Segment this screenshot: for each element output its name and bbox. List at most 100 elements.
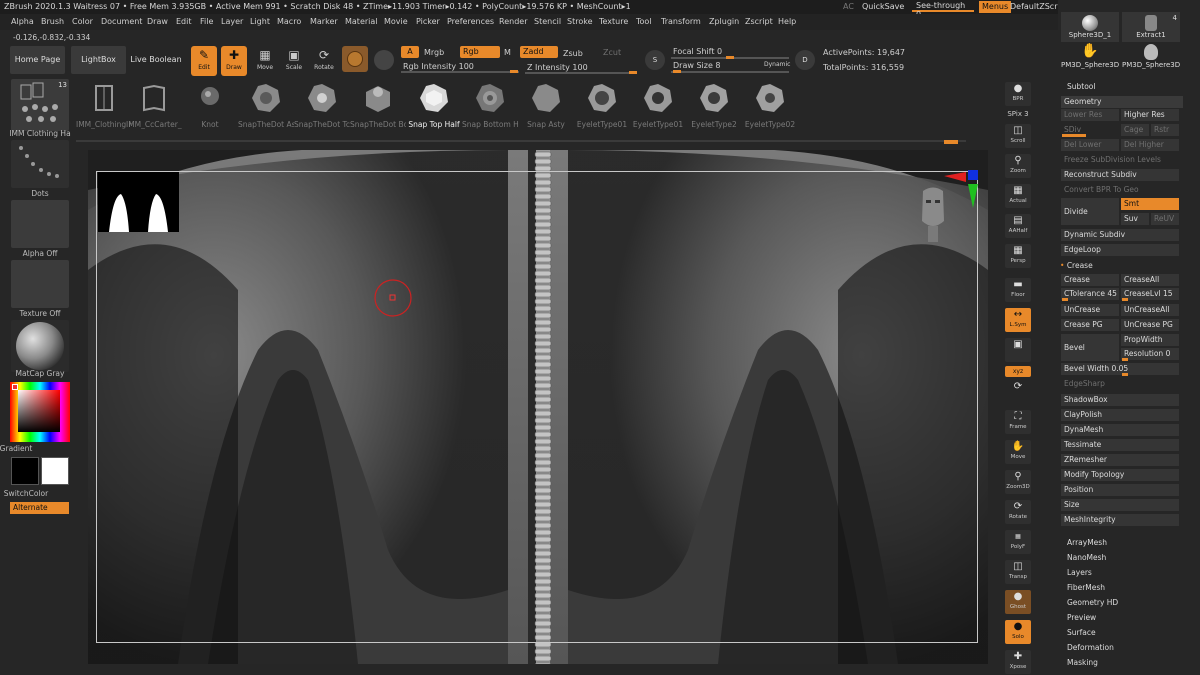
preview-section[interactable]: Preview — [1067, 613, 1096, 622]
surface-section[interactable]: Surface — [1067, 628, 1096, 637]
suv-toggle[interactable]: Suv — [1121, 213, 1149, 225]
shelf-brush-snap-bottom[interactable]: Snap Bottom H — [462, 76, 518, 136]
m-toggle[interactable]: M — [504, 48, 511, 57]
lsym-button[interactable]: ↔ L.Sym — [1005, 308, 1031, 332]
nanomesh-section[interactable]: NanoMesh — [1067, 553, 1106, 562]
rotate-z-icon[interactable]: ⟳ — [1005, 380, 1031, 404]
move-view-button[interactable]: ✋ Move — [1005, 440, 1031, 464]
shelf-brush-snap-asty[interactable]: Snap Asty — [518, 76, 574, 136]
texture-selector[interactable] — [11, 260, 69, 308]
polyf-button[interactable]: ▦ PolyF — [1005, 530, 1031, 554]
reuv-button[interactable]: ReUV — [1151, 213, 1179, 225]
z-intensity-knob[interactable] — [629, 71, 637, 74]
uncrease-button[interactable]: UnCrease — [1061, 304, 1119, 316]
dynamic-d-icon[interactable]: D — [795, 50, 815, 70]
draw-size-track[interactable] — [671, 71, 789, 73]
menu-picker[interactable]: Picker — [416, 17, 440, 26]
edgeloop-section[interactable]: EdgeLoop — [1061, 244, 1179, 256]
brush-selector[interactable]: 13 — [11, 79, 69, 131]
geometry-hd-section[interactable]: Geometry HD — [1067, 598, 1118, 607]
shelf-brush-snap-top-half[interactable]: Snap Top Half — [406, 76, 462, 136]
color-picker[interactable] — [10, 382, 70, 442]
see-through-slider[interactable]: See-through 0 — [912, 0, 974, 19]
scroll-button[interactable]: ◫ Scroll — [1005, 124, 1031, 148]
lock-button[interactable]: ▣ — [1005, 338, 1031, 362]
menu-light[interactable]: Light — [250, 17, 270, 26]
shelf-brush-buttle[interactable]: IMM_CcCarter_Buttle Type32 — [126, 76, 182, 136]
shelf-brush-eyelet-2[interactable]: EyeletType01 — [630, 76, 686, 136]
shelf-brush-eyelet-1[interactable]: EyeletType01 — [574, 76, 630, 136]
tessimate-section[interactable]: Tessimate — [1061, 439, 1179, 451]
dynamic-subdiv-section[interactable]: Dynamic Subdiv — [1061, 229, 1179, 241]
zremesher-section[interactable]: ZRemesher — [1061, 454, 1179, 466]
shelf-brush-knot[interactable]: Knot — [182, 76, 238, 136]
solo-button[interactable]: ● Solo — [1005, 620, 1031, 644]
resolution-knob[interactable] — [1122, 358, 1128, 361]
menu-zplugin[interactable]: Zplugin — [709, 17, 739, 26]
menu-brush[interactable]: Brush — [41, 17, 64, 26]
rgb-intensity-knob[interactable] — [510, 70, 518, 73]
menu-stencil[interactable]: Stencil — [534, 17, 561, 26]
menu-alpha[interactable]: Alpha — [11, 17, 34, 26]
mrgb-toggle[interactable]: Mrgb — [424, 48, 444, 57]
bevel-width-slider[interactable]: Bevel Width 0.05 — [1061, 363, 1179, 375]
switchcolor-button[interactable]: SwitchColor — [0, 489, 66, 498]
ghost-button[interactable]: ● Ghost — [1005, 590, 1031, 614]
shadowbox-section[interactable]: ShadowBox — [1061, 394, 1179, 406]
dynamic-toggle[interactable]: Dynamic — [764, 61, 790, 68]
menu-color[interactable]: Color — [72, 17, 93, 26]
higher-res-button[interactable]: Higher Res — [1121, 109, 1179, 121]
viewport-canvas[interactable] — [88, 150, 988, 664]
xyz-button[interactable]: xyz — [1005, 366, 1031, 377]
secondary-color-swatch[interactable] — [11, 457, 39, 485]
rotate-button[interactable]: ⟳ Rotate — [311, 46, 337, 76]
crease-button[interactable]: Crease — [1061, 274, 1119, 286]
deformation-section[interactable]: Deformation — [1067, 643, 1114, 652]
position-section[interactable]: Position — [1061, 484, 1179, 496]
menu-movie[interactable]: Movie — [384, 17, 408, 26]
zcut-toggle[interactable]: Zcut — [603, 48, 621, 57]
a-toggle[interactable]: A — [401, 46, 419, 58]
lightbox-button[interactable]: LightBox — [71, 46, 126, 74]
zoom-button[interactable]: ⚲ Zoom — [1005, 154, 1031, 178]
subtool-thumb-extract[interactable]: Extract1 4 — [1122, 12, 1180, 42]
sculptris-s-icon[interactable]: S — [645, 50, 665, 70]
ctolerance-knob[interactable] — [1062, 298, 1068, 301]
rotate-view-button[interactable]: ⟳ Rotate — [1005, 500, 1031, 524]
aahalf-button[interactable]: ▤ AAHalf — [1005, 214, 1031, 238]
freeze-subdiv-button[interactable]: Freeze SubDivision Levels — [1061, 154, 1179, 166]
color-spin-icon[interactable] — [374, 50, 394, 70]
home-page-button[interactable]: Home Page — [10, 46, 65, 74]
edit-button[interactable]: ✎ Edit — [191, 46, 217, 76]
subtool-thumb-sphere[interactable]: Sphere3D_1 — [1061, 12, 1119, 42]
rgb-intensity-slider[interactable]: Rgb Intensity 100 — [403, 62, 474, 71]
rgb-toggle[interactable]: Rgb — [460, 46, 500, 58]
shelf-scroll-knob[interactable] — [944, 140, 958, 144]
shelf-brush-eyelet-3[interactable]: EyeletType2 — [686, 76, 742, 136]
meshintegrity-section[interactable]: MeshIntegrity — [1061, 514, 1179, 526]
floor-button[interactable]: ▬ Floor — [1005, 278, 1031, 302]
subtool-thumb-pm3d-a[interactable]: ✋ PM3D_Sphere3D — [1061, 43, 1119, 73]
cage-button[interactable]: Cage — [1121, 124, 1149, 136]
bpr-button[interactable]: ● BPR — [1005, 82, 1031, 106]
draw-size-knob[interactable] — [673, 70, 681, 73]
material-selector[interactable] — [11, 320, 69, 372]
focal-shift-knob[interactable] — [726, 56, 734, 59]
draw-button[interactable]: ✚ Draw — [221, 46, 247, 76]
actual-button[interactable]: ▦ Actual — [1005, 184, 1031, 208]
color-picker-square[interactable] — [18, 390, 60, 432]
bevel-width-knob[interactable] — [1122, 373, 1128, 376]
subtool-section[interactable]: Subtool — [1067, 82, 1095, 91]
menu-file[interactable]: File — [200, 17, 213, 26]
sdiv-knob[interactable] — [1062, 134, 1086, 137]
shelf-brush-eyelet-4[interactable]: EyeletType02 — [742, 76, 798, 136]
creaselvl-knob[interactable] — [1122, 298, 1128, 301]
scale-button[interactable]: ▣ Scale — [281, 46, 307, 76]
del-higher-button[interactable]: Del Higher — [1121, 139, 1179, 151]
claypolish-section[interactable]: ClayPolish — [1061, 409, 1179, 421]
menu-zscript[interactable]: Zscript — [745, 17, 773, 26]
menu-document[interactable]: Document — [101, 17, 142, 26]
creaseall-button[interactable]: CreaseAll — [1121, 274, 1179, 286]
z-intensity-slider[interactable]: Z Intensity 100 — [527, 63, 588, 72]
geometry-section[interactable]: Geometry — [1061, 96, 1183, 108]
